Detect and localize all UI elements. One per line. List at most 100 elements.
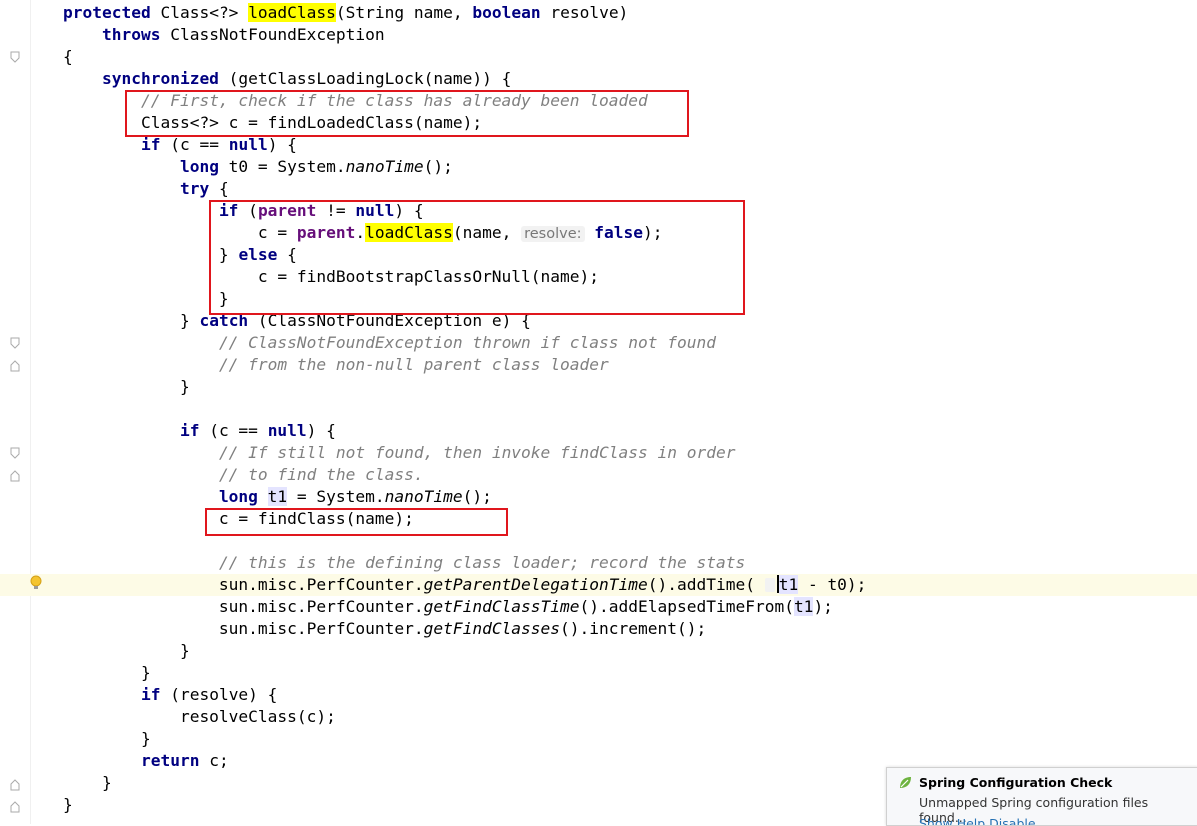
code-line[interactable]: } bbox=[63, 794, 866, 816]
code-line[interactable]: } bbox=[63, 662, 866, 684]
code-token: (); bbox=[423, 157, 453, 176]
fold-marker-icon[interactable] bbox=[10, 779, 20, 791]
code-token: } bbox=[63, 773, 112, 792]
code-token: protected bbox=[63, 3, 151, 22]
code-token: long bbox=[218, 487, 258, 506]
code-line[interactable]: return c; bbox=[63, 750, 866, 772]
code-line[interactable]: } bbox=[63, 772, 866, 794]
code-token: loadClass bbox=[248, 3, 336, 22]
annotation-box bbox=[125, 90, 689, 137]
notification-links[interactable]: Show Help Disable bbox=[919, 816, 1036, 825]
intention-bulb-icon[interactable] bbox=[29, 575, 43, 591]
code-line[interactable]: sun.misc.PerfCounter.getFindClasses().in… bbox=[63, 618, 866, 640]
spring-leaf-icon bbox=[898, 775, 913, 790]
code-token: (getClassLoadingLock(name)) { bbox=[218, 69, 512, 88]
code-token: getParentDelegationTime bbox=[423, 575, 648, 594]
gutter-divider bbox=[30, 0, 31, 824]
code-token: // If still not found, then invoke findC… bbox=[218, 443, 736, 462]
code-token: t1 bbox=[793, 597, 814, 616]
code-line[interactable]: // this is the defining class loader; re… bbox=[63, 552, 866, 574]
code-token: ().addElapsedTimeFrom( bbox=[579, 597, 794, 616]
code-line[interactable]: try { bbox=[63, 178, 866, 200]
spring-config-notification[interactable]: Spring Configuration Check Unmapped Spri… bbox=[886, 767, 1197, 826]
code-token: getFindClassTime bbox=[423, 597, 580, 616]
code-token: return bbox=[140, 751, 200, 770]
fold-marker-icon[interactable] bbox=[10, 470, 20, 482]
code-token: ) { bbox=[306, 421, 336, 440]
code-token: { bbox=[63, 47, 73, 66]
code-token: null bbox=[267, 421, 307, 440]
code-token: boolean bbox=[472, 3, 541, 22]
fold-marker-icon[interactable] bbox=[10, 801, 20, 813]
code-line[interactable]: sun.misc.PerfCounter.getFindClassTime().… bbox=[63, 596, 866, 618]
code-token: t1 bbox=[778, 575, 799, 594]
fold-marker-icon[interactable] bbox=[10, 447, 20, 459]
code-token: resolveClass(c); bbox=[63, 707, 336, 726]
code-token: Class<?> bbox=[150, 3, 249, 22]
code-token: synchronized bbox=[101, 69, 219, 88]
code-line[interactable] bbox=[63, 398, 866, 420]
code-token: // to find the class. bbox=[218, 465, 424, 484]
code-token: sun.misc.PerfCounter. bbox=[63, 597, 424, 616]
code-line[interactable]: if (c == null) { bbox=[63, 134, 866, 156]
code-token: c; bbox=[199, 751, 229, 770]
code-token: if bbox=[179, 421, 200, 440]
code-token: ClassNotFoundException bbox=[160, 25, 385, 44]
code-token: long bbox=[179, 157, 219, 176]
code-token: t1 bbox=[267, 487, 288, 506]
code-token: sun.misc.PerfCounter. bbox=[63, 619, 424, 638]
code-line[interactable]: resolveClass(c); bbox=[63, 706, 866, 728]
code-token: { bbox=[209, 179, 229, 198]
code-line[interactable]: // ClassNotFoundException thrown if clas… bbox=[63, 332, 866, 354]
code-token: getFindClasses bbox=[423, 619, 561, 638]
code-line[interactable]: // If still not found, then invoke findC… bbox=[63, 442, 866, 464]
code-token: // from the non-null parent class loader bbox=[218, 355, 609, 374]
code-token: if bbox=[140, 685, 161, 704]
code-token: (); bbox=[462, 487, 492, 506]
code-token: null bbox=[228, 135, 268, 154]
code-line[interactable]: // to find the class. bbox=[63, 464, 866, 486]
code-token: sun.misc.PerfCounter. bbox=[63, 575, 424, 594]
fold-marker-icon[interactable] bbox=[10, 337, 20, 349]
code-line[interactable]: protected Class<?> loadClass(String name… bbox=[63, 2, 866, 24]
code-token: // this is the defining class loader; re… bbox=[218, 553, 746, 572]
code-line[interactable]: if (resolve) { bbox=[63, 684, 866, 706]
code-token: // ClassNotFoundException thrown if clas… bbox=[218, 333, 716, 352]
code-line[interactable]: } bbox=[63, 640, 866, 662]
code-line[interactable]: long t0 = System.nanoTime(); bbox=[63, 156, 866, 178]
parameter-hint bbox=[764, 578, 775, 592]
code-token: (resolve) { bbox=[160, 685, 278, 704]
code-line[interactable]: // from the non-null parent class loader bbox=[63, 354, 866, 376]
code-line[interactable]: } bbox=[63, 376, 866, 398]
code-token: t0 = System. bbox=[218, 157, 346, 176]
code-line[interactable]: long t1 = System.nanoTime(); bbox=[63, 486, 866, 508]
code-token: } bbox=[63, 729, 151, 748]
code-line[interactable]: if (c == null) { bbox=[63, 420, 866, 442]
code-token: } bbox=[63, 377, 190, 396]
code-token: ().addTime( bbox=[647, 575, 765, 594]
notification-title: Spring Configuration Check bbox=[919, 775, 1113, 790]
code-line[interactable]: throws ClassNotFoundException bbox=[63, 24, 866, 46]
code-token: throws bbox=[101, 25, 161, 44]
code-line[interactable]: synchronized (getClassLoadingLock(name))… bbox=[63, 68, 866, 90]
code-line[interactable]: } bbox=[63, 728, 866, 750]
fold-marker-icon[interactable] bbox=[10, 51, 20, 63]
code-token: (c == bbox=[199, 421, 268, 440]
annotation-box bbox=[209, 200, 745, 315]
code-token: resolve) bbox=[540, 3, 629, 22]
code-token: (c == bbox=[160, 135, 229, 154]
fold-marker-icon[interactable] bbox=[10, 360, 20, 372]
code-line[interactable]: sun.misc.PerfCounter.getParentDelegation… bbox=[63, 574, 866, 596]
code-token: = System. bbox=[287, 487, 385, 506]
code-line[interactable]: { bbox=[63, 46, 866, 68]
annotation-box bbox=[205, 508, 508, 536]
